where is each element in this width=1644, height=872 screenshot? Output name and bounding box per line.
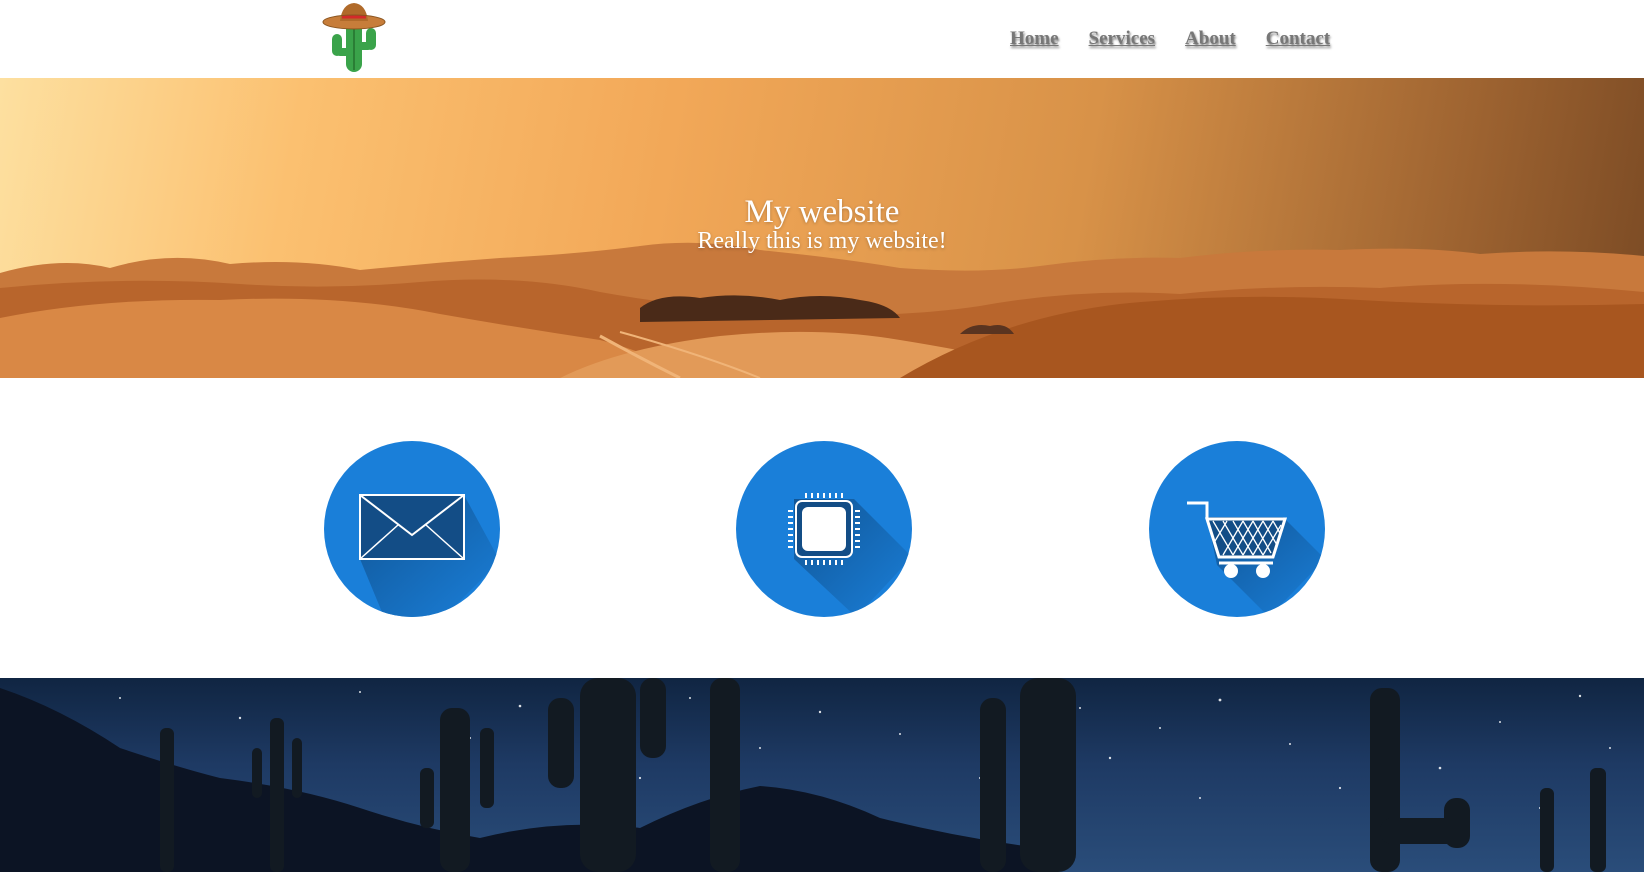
shopping-cart-icon[interactable] — [1149, 441, 1325, 617]
hero-banner: My website Really this is my website! — [0, 78, 1644, 378]
main-nav: Home Services About Contact — [1010, 28, 1330, 50]
site-header: Home Services About Contact — [0, 0, 1644, 78]
nav-services-link[interactable]: Services — [1089, 28, 1155, 50]
hero-subtitle: Really this is my website! — [697, 228, 947, 254]
cactus-logo-icon[interactable] — [322, 0, 386, 76]
cpu-chip-icon[interactable] — [736, 441, 912, 617]
services-section — [0, 378, 1644, 678]
envelope-icon[interactable] — [324, 441, 500, 617]
nav-contact-link[interactable]: Contact — [1266, 28, 1330, 50]
nav-home-link[interactable]: Home — [1010, 28, 1059, 50]
hero-text: My website Really this is my website! — [0, 194, 1644, 254]
nav-about-link[interactable]: About — [1185, 28, 1236, 50]
night-sky-cactus-banner — [0, 678, 1644, 872]
night-sky-image — [0, 678, 1611, 872]
hero-title: My website — [744, 194, 900, 230]
